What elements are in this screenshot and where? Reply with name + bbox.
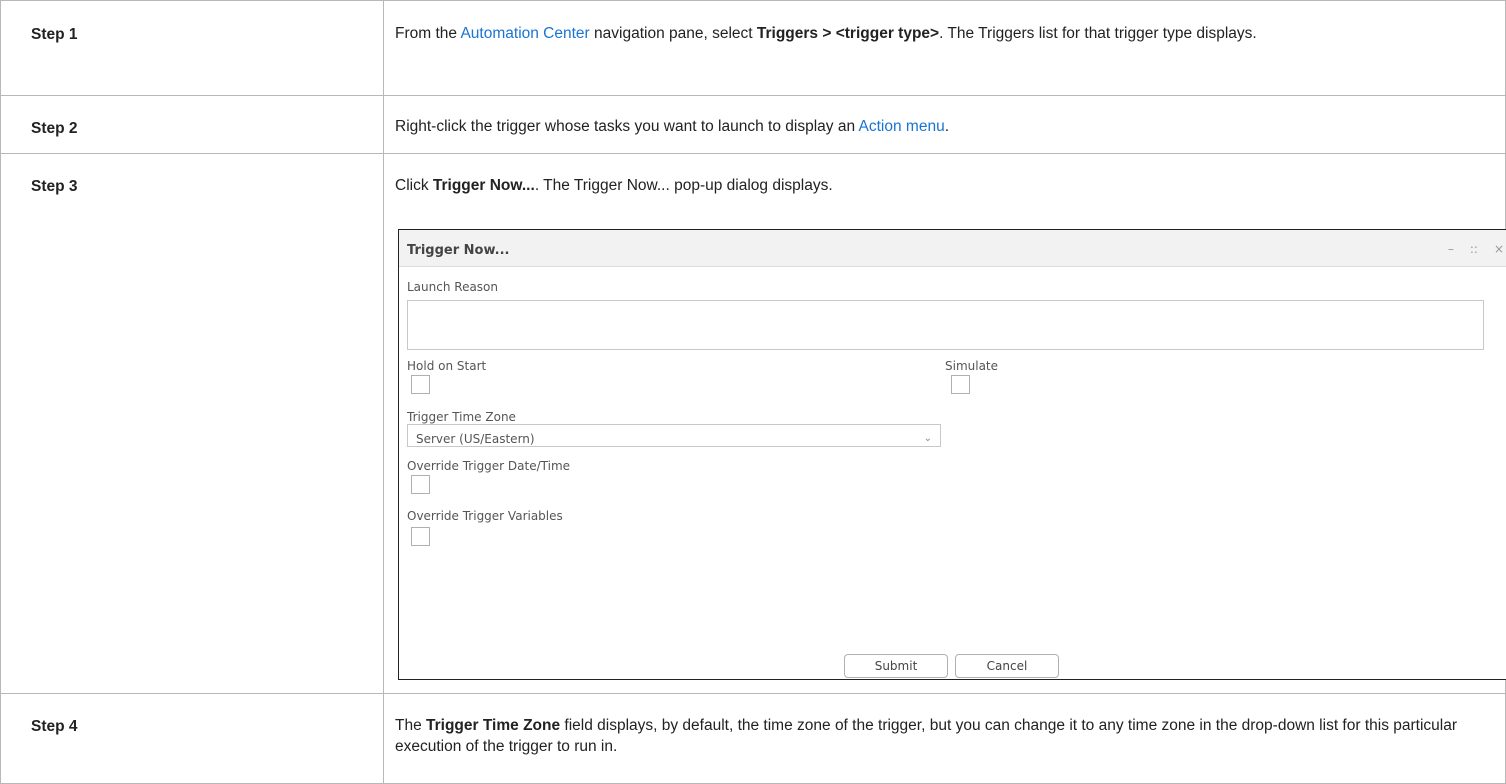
automation-center-link[interactable]: Automation Center bbox=[460, 25, 589, 42]
step-row: Step 4 The Trigger Time Zone field displ… bbox=[0, 693, 1506, 784]
step-description: From the Automation Center navigation pa… bbox=[383, 0, 1506, 96]
override-datetime-label: Override Trigger Date/Time bbox=[407, 459, 571, 473]
step-bold-text: Trigger Now... bbox=[432, 177, 535, 194]
step-bold-text: Triggers > <trigger type> bbox=[756, 25, 940, 42]
chevron-down-icon: ⌄ bbox=[923, 433, 932, 444]
launch-reason-label: Launch Reason bbox=[407, 280, 499, 294]
simulate-checkbox[interactable] bbox=[951, 375, 970, 394]
dialog-title: Trigger Now... bbox=[407, 243, 510, 258]
step-row: Step 1 From the Automation Center naviga… bbox=[0, 0, 1506, 96]
step-label: Step 2 bbox=[0, 95, 384, 154]
window-controls: –:: × bbox=[1432, 239, 1504, 260]
step-text: From the bbox=[395, 25, 461, 42]
step-text: . The Triggers list for that trigger typ… bbox=[939, 25, 1257, 42]
step-label: Step 1 bbox=[0, 0, 384, 96]
step-label: Step 3 bbox=[0, 153, 384, 694]
step-text: . bbox=[944, 118, 950, 135]
step-label: Step 4 bbox=[0, 693, 384, 784]
step-description: Right-click the trigger whose tasks you … bbox=[383, 95, 1506, 154]
step-bold-text: Trigger Time Zone bbox=[426, 717, 561, 734]
cancel-button[interactable]: Cancel bbox=[955, 654, 1059, 678]
override-variables-checkbox[interactable] bbox=[411, 527, 430, 546]
launch-reason-input[interactable] bbox=[407, 300, 1484, 350]
step-text: . The Trigger Now... pop-up dialog displ… bbox=[534, 177, 833, 194]
step-text: Right-click the trigger whose tasks you … bbox=[395, 118, 859, 135]
maximize-icon[interactable]: :: bbox=[1470, 242, 1478, 256]
hold-on-start-checkbox[interactable] bbox=[411, 375, 430, 394]
step-row: Step 3 Click Trigger Now.... The Trigger… bbox=[0, 153, 1506, 694]
hold-on-start-label: Hold on Start bbox=[407, 359, 487, 373]
action-menu-link[interactable]: Action menu bbox=[859, 118, 945, 135]
submit-button[interactable]: Submit bbox=[844, 654, 948, 678]
override-variables-label: Override Trigger Variables bbox=[407, 509, 563, 523]
close-icon[interactable]: × bbox=[1494, 242, 1504, 256]
time-zone-select[interactable]: Server (US/Eastern) ⌄ bbox=[407, 424, 941, 447]
step-text: Click bbox=[395, 177, 433, 194]
trigger-now-dialog: Trigger Now... –:: × Launch Reason Hold o… bbox=[398, 229, 1506, 680]
simulate-label: Simulate bbox=[945, 359, 999, 373]
override-datetime-checkbox[interactable] bbox=[411, 475, 430, 494]
dialog-titlebar: Trigger Now... –:: × bbox=[399, 230, 1506, 267]
step-description: Click Trigger Now.... The Trigger Now...… bbox=[383, 153, 1506, 694]
step-description: The Trigger Time Zone field displays, by… bbox=[383, 693, 1506, 784]
step-text: navigation pane, select bbox=[589, 25, 757, 42]
step-text: The bbox=[395, 717, 427, 734]
minimize-icon[interactable]: – bbox=[1448, 242, 1454, 256]
time-zone-value: Server (US/Eastern) bbox=[416, 432, 535, 446]
step-row: Step 2 Right-click the trigger whose tas… bbox=[0, 95, 1506, 154]
steps-table: Step 1 From the Automation Center naviga… bbox=[0, 0, 1506, 784]
